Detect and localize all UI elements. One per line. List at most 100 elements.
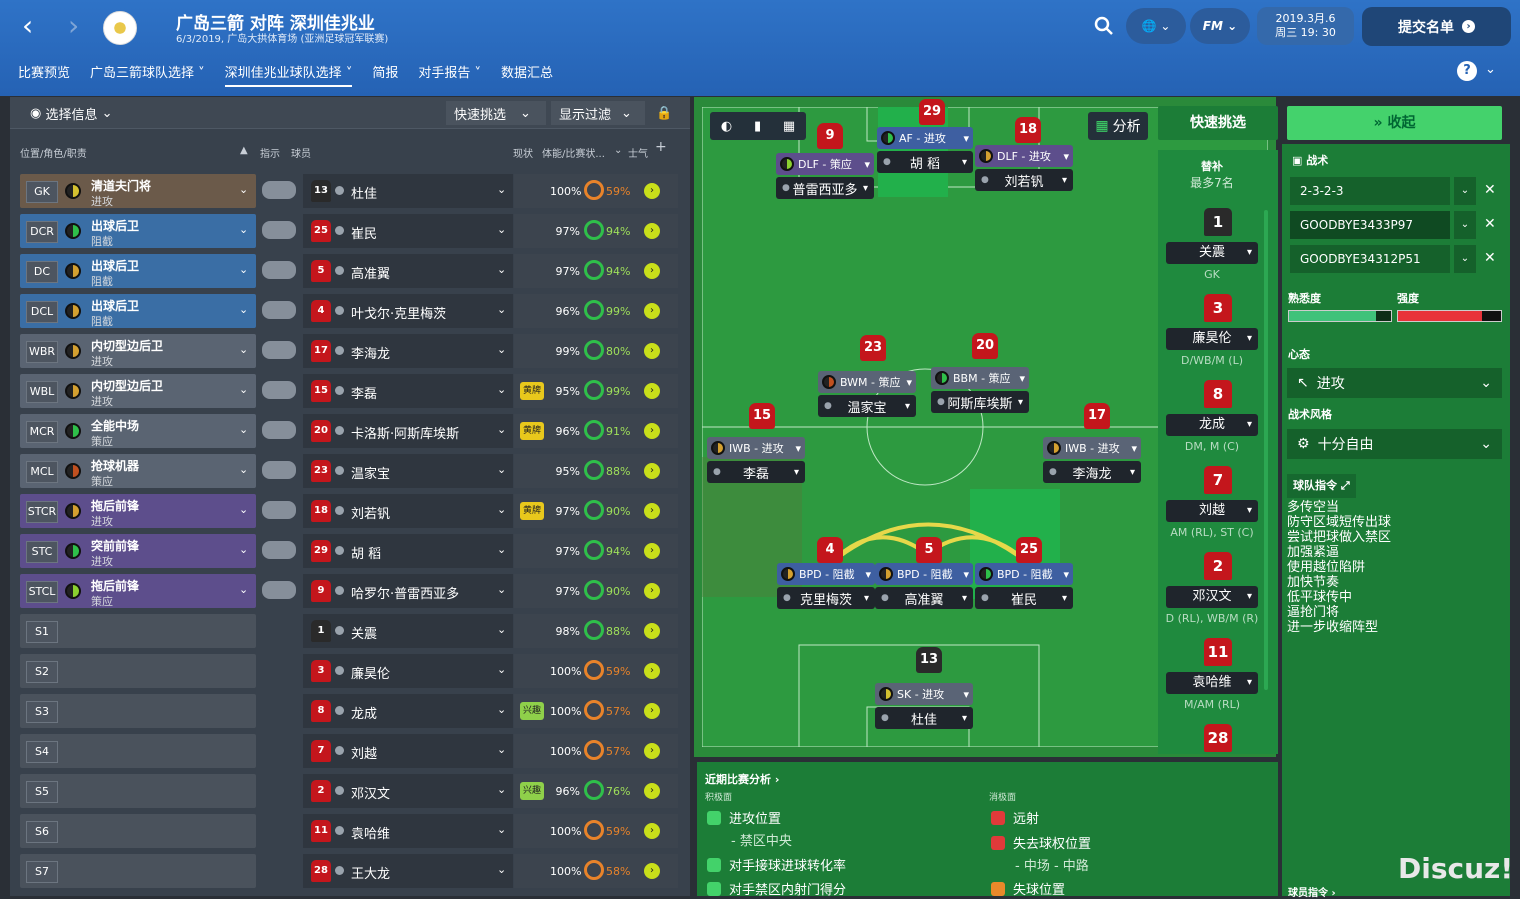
mentality-select[interactable]: ↖ 进攻 ⌄ bbox=[1287, 368, 1502, 398]
analysis-button[interactable]: ▦ 分析 bbox=[1088, 112, 1148, 140]
chevron-down-icon[interactable]: ⌄ bbox=[239, 263, 248, 276]
info-icon[interactable]: ● bbox=[713, 467, 721, 477]
info-icon[interactable]: ● bbox=[883, 157, 891, 167]
role-selector[interactable]: WBL 内切型边后卫 进攻 ⌄ bbox=[20, 374, 256, 408]
info-icon[interactable] bbox=[335, 586, 344, 595]
player-name[interactable]: 胡 稻 bbox=[351, 543, 381, 562]
player-name-dropdown[interactable]: ● 李海龙 ▾ bbox=[1043, 461, 1141, 483]
player-selector[interactable]: 2 邓汉文 ⌄ bbox=[303, 774, 513, 808]
chevron-down-icon[interactable]: ⌄ bbox=[497, 583, 506, 596]
info-icon[interactable]: ● bbox=[981, 593, 989, 603]
view-switcher[interactable]: ◐ ▮ ▦ bbox=[710, 112, 806, 140]
player-name[interactable]: 王大龙 bbox=[351, 863, 390, 882]
player-selector[interactable]: 23 温家宝 ⌄ bbox=[303, 454, 513, 488]
analysis-title[interactable]: 近期比赛分析 › bbox=[705, 771, 779, 787]
player-selector[interactable]: 25 崔民 ⌄ bbox=[303, 214, 513, 248]
chevron-down-icon[interactable]: ⌄ bbox=[497, 423, 506, 436]
player-name-dropdown[interactable]: ● 高准翼 ▾ bbox=[875, 587, 973, 609]
half-circle-icon[interactable]: ◐ bbox=[721, 119, 732, 134]
instructions-icon[interactable] bbox=[262, 221, 296, 239]
chevron-down-icon[interactable]: ⌄ bbox=[497, 703, 506, 716]
tab-home-selection[interactable]: 广岛三箭球队选择 ˅ bbox=[90, 62, 205, 87]
col-fitness[interactable]: 体能/比赛状... bbox=[542, 145, 605, 160]
tab-data-summary[interactable]: 数据汇总 bbox=[501, 62, 553, 87]
table-row[interactable]: DC 出球后卫 阻截 ⌄ 5 高准翼 ⌄ 97% 94% › bbox=[20, 252, 678, 290]
info-icon[interactable]: ● bbox=[824, 401, 832, 411]
player-selector[interactable]: 5 高准翼 ⌄ bbox=[303, 254, 513, 288]
instructions-icon[interactable] bbox=[262, 461, 296, 479]
player-selector[interactable]: 29 胡 稻 ⌄ bbox=[303, 534, 513, 568]
role-selector[interactable]: STC 突前前锋 进攻 ⌄ bbox=[20, 534, 256, 568]
info-icon[interactable] bbox=[335, 546, 344, 555]
chevron-down-icon[interactable]: ⌄ bbox=[239, 303, 248, 316]
player-name[interactable]: 邓汉文 bbox=[351, 783, 390, 802]
sub-name-dropdown[interactable]: 袁哈维 ▾ bbox=[1166, 672, 1258, 694]
table-row[interactable]: S2 3 廉昊伦 ⌄ 100% 59% › bbox=[20, 652, 678, 690]
instructions-icon[interactable] bbox=[262, 421, 296, 439]
chevron-down-icon[interactable]: ⌄ bbox=[497, 343, 506, 356]
info-icon[interactable]: ● bbox=[1049, 467, 1057, 477]
quick-pick-button[interactable]: 快速挑选 ⌄ bbox=[446, 101, 546, 125]
player-name-dropdown[interactable]: ● 普雷西亚多 ▾ bbox=[776, 177, 874, 199]
role-selector[interactable]: MCL 抢球机器 策应 ⌄ bbox=[20, 454, 256, 488]
sub-name-dropdown[interactable]: 刘越 ▾ bbox=[1166, 500, 1258, 522]
chevron-down-icon[interactable]: ⌄ bbox=[239, 503, 248, 516]
chevron-down-icon[interactable]: ⌄ bbox=[497, 863, 506, 876]
chevron-down-icon[interactable]: ⌄ bbox=[239, 583, 248, 596]
info-icon[interactable]: ● bbox=[937, 397, 945, 407]
table-row[interactable]: WBL 内切型边后卫 进攻 ⌄ 15 李磊 ⌄ 黄牌 95% 99% › bbox=[20, 372, 678, 410]
chevron-down-icon[interactable]: ⌄ bbox=[497, 663, 506, 676]
table-row[interactable]: GK 清道夫门将 进攻 ⌄ 13 杜佳 ⌄ 100% 59% › bbox=[20, 172, 678, 210]
instructions-icon[interactable] bbox=[262, 181, 296, 199]
role-selector[interactable]: S1 bbox=[20, 614, 256, 648]
sub-name-dropdown[interactable]: 龙成 ▾ bbox=[1166, 414, 1258, 436]
tab-briefing[interactable]: 简报 bbox=[372, 62, 398, 87]
close-icon[interactable]: ✕ bbox=[1484, 182, 1496, 198]
info-icon[interactable] bbox=[335, 746, 344, 755]
chevron-down-icon[interactable]: ⌄ bbox=[1454, 177, 1476, 205]
chevron-down-icon[interactable]: ⌄ bbox=[497, 263, 506, 276]
info-icon[interactable] bbox=[335, 386, 344, 395]
chevron-down-icon[interactable]: ⌄ bbox=[239, 183, 248, 196]
role-selector[interactable]: S3 bbox=[20, 694, 256, 728]
chevron-down-icon[interactable]: ⌄ bbox=[497, 303, 506, 316]
player-name[interactable]: 哈罗尔·普雷西亚多 bbox=[351, 583, 459, 602]
info-icon[interactable]: ● bbox=[881, 593, 889, 603]
role-selector[interactable]: S4 bbox=[20, 734, 256, 768]
role-dropdown[interactable]: BPD - 阻截 ▾ bbox=[777, 563, 875, 585]
role-selector[interactable]: DCL 出球后卫 阻截 ⌄ bbox=[20, 294, 256, 328]
info-icon[interactable] bbox=[335, 306, 344, 315]
info-icon[interactable] bbox=[335, 866, 344, 875]
info-icon[interactable] bbox=[335, 786, 344, 795]
player-name[interactable]: 刘越 bbox=[351, 743, 377, 762]
player-name[interactable]: 卡洛斯·阿斯库埃斯 bbox=[351, 423, 459, 442]
globe-menu[interactable]: 🌐 ⌄ bbox=[1126, 8, 1186, 44]
player-selector[interactable]: 3 廉昊伦 ⌄ bbox=[303, 654, 513, 688]
table-row[interactable]: S7 28 王大龙 ⌄ 100% 58% › bbox=[20, 852, 678, 890]
role-selector[interactable]: DCR 出球后卫 阻截 ⌄ bbox=[20, 214, 256, 248]
player-selector[interactable]: 4 叶戈尔·克里梅茨 ⌄ bbox=[303, 294, 513, 328]
info-icon[interactable]: ● bbox=[981, 175, 989, 185]
instructions-icon[interactable] bbox=[262, 341, 296, 359]
table-row[interactable]: S3 8 龙成 ⌄ 兴趣 100% 57% › bbox=[20, 692, 678, 730]
player-selector[interactable]: 20 卡洛斯·阿斯库埃斯 ⌄ bbox=[303, 414, 513, 448]
col-player[interactable]: 球员 bbox=[291, 145, 311, 160]
info-icon[interactable] bbox=[335, 186, 344, 195]
player-name[interactable]: 关震 bbox=[351, 623, 377, 642]
table-row[interactable]: STC 突前前锋 进攻 ⌄ 29 胡 稻 ⌄ 97% 94% › bbox=[20, 532, 678, 570]
style-select[interactable]: ⚙ 十分自由 ⌄ bbox=[1287, 429, 1502, 459]
player-selector[interactable]: 1 关震 ⌄ bbox=[303, 614, 513, 648]
table-row[interactable]: DCL 出球后卫 阻截 ⌄ 4 叶戈尔·克里梅茨 ⌄ 96% 99% › bbox=[20, 292, 678, 330]
instructions-icon[interactable] bbox=[262, 501, 296, 519]
info-icon[interactable] bbox=[335, 666, 344, 675]
chevron-down-icon[interactable]: ⌄ bbox=[497, 383, 506, 396]
submit-team-button[interactable]: 提交名单 › bbox=[1362, 7, 1511, 46]
role-selector[interactable]: DC 出球后卫 阻截 ⌄ bbox=[20, 254, 256, 288]
lock-icon[interactable]: 🔒 bbox=[656, 101, 672, 125]
chevron-down-icon[interactable]: ⌄ bbox=[497, 183, 506, 196]
role-selector[interactable]: GK 清道夫门将 进攻 ⌄ bbox=[20, 174, 256, 208]
role-dropdown[interactable]: BPD - 阻截 ▾ bbox=[875, 563, 973, 585]
player-name-dropdown[interactable]: ● 刘若钒 ▾ bbox=[975, 169, 1073, 191]
date-button[interactable]: 2019.3月.6 周三 19: 30 bbox=[1257, 7, 1354, 45]
chevron-down-icon[interactable]: ⌄ bbox=[239, 223, 248, 236]
